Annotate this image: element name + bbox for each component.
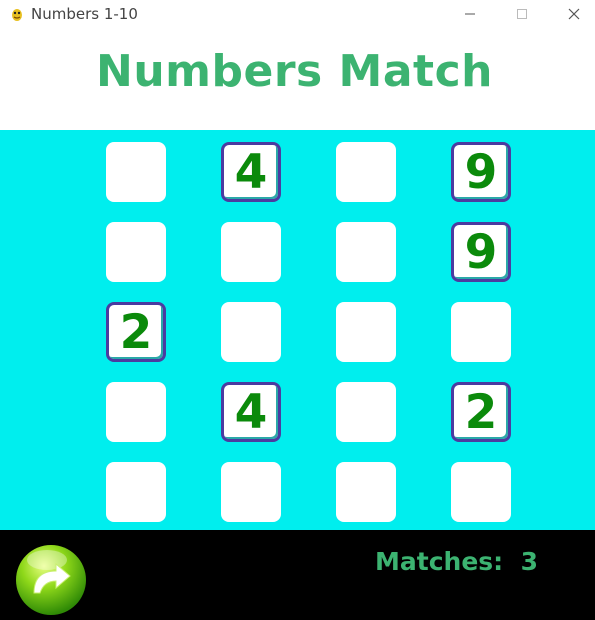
revealed-card[interactable]: 2 [451,382,511,442]
close-button[interactable] [551,0,595,28]
revealed-card[interactable]: 4 [221,142,281,202]
revealed-card[interactable]: 2 [106,302,166,362]
hidden-card[interactable] [221,462,281,522]
card-number: 4 [234,384,268,440]
hidden-card[interactable] [336,222,396,282]
restart-arrow-icon[interactable] [14,543,90,619]
maximize-icon [517,9,527,19]
minimize-button[interactable] [447,0,493,28]
hidden-card[interactable] [106,462,166,522]
hidden-card[interactable] [451,462,511,522]
game-board: 4 9 9 2 4 2 [0,130,595,530]
card-number: 2 [119,304,153,360]
card-number: 2 [464,384,498,440]
card-number: 4 [234,144,268,200]
hidden-card[interactable] [106,382,166,442]
hidden-card[interactable] [336,302,396,362]
matches-counter: Matches: 3 [375,547,538,576]
hidden-card[interactable] [451,302,511,362]
maximize-button[interactable] [499,0,545,28]
game-header: Numbers Match [0,28,595,130]
close-icon [568,8,580,20]
hidden-card[interactable] [221,222,281,282]
card-number: 9 [464,144,498,200]
hidden-card[interactable] [336,142,396,202]
revealed-card[interactable]: 9 [451,142,511,202]
hidden-card[interactable] [106,142,166,202]
revealed-card[interactable]: 4 [221,382,281,442]
footer-bar: Matches: 3 [0,530,595,620]
hidden-card[interactable] [336,462,396,522]
hidden-card[interactable] [221,302,281,362]
game-title: Numbers Match [96,46,493,97]
matches-count: 3 [520,547,538,576]
window-title: Numbers 1-10 [31,5,138,23]
window-titlebar: Numbers 1-10 [0,0,595,28]
hidden-card[interactable] [106,222,166,282]
pygame-snake-icon [12,9,22,21]
hidden-card[interactable] [336,382,396,442]
revealed-card[interactable]: 9 [451,222,511,282]
card-number: 9 [464,224,498,280]
minimize-icon [465,13,475,15]
matches-label: Matches: [375,547,504,576]
